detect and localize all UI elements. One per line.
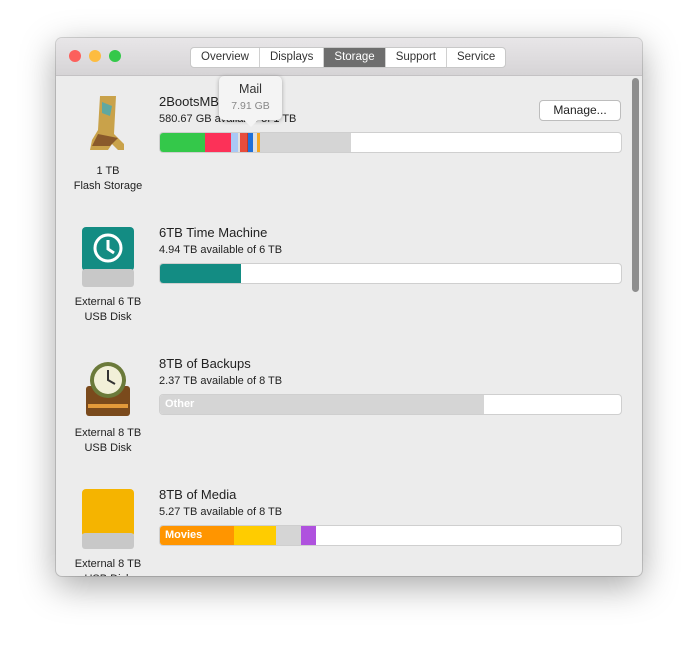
zoom-button[interactable] [109,50,121,62]
system-information-window: Overview Displays Storage Support Service 1 … [56,38,642,576]
disk-type: USB Disk [84,311,132,323]
scrollbar[interactable] [632,78,639,292]
disk-capacity: External 6 TB [74,296,142,308]
title-bar: Overview Displays Storage Support Service [56,38,642,76]
storage-segment[interactable] [276,526,301,545]
disk-capacity: External 8 TB [74,427,142,439]
storage-segment[interactable] [160,264,242,283]
storage-segment[interactable] [160,133,206,152]
disk-name: 8TB of Media [159,487,237,502]
disk-available: 2.37 TB available of 8 TB [159,375,283,387]
disk-type: USB Disk [84,442,132,454]
external-drive-icon [76,487,140,551]
tab-storage[interactable]: Storage [324,48,386,67]
tooltip-size: 7.91 GB [231,100,270,112]
disk-row: External 6 TB USB Disk 6TB Time Machine 4… [56,207,626,338]
storage-segment[interactable] [260,133,351,152]
boot-icon [76,94,140,158]
storage-bar: Other [159,394,622,415]
disk-row: External 8 TB USB Disk 8TB of Backups 2.3… [56,338,626,469]
storage-segment[interactable]: Movies [160,526,234,545]
tab-bar: Overview Displays Storage Support Service [190,47,507,68]
manage-button[interactable]: Manage... [539,100,621,121]
tooltip-title: Mail [239,82,262,96]
storage-segment[interactable] [239,133,247,152]
disk-caption: External 8 TB USB Disk [56,426,160,456]
storage-bar: Movies [159,525,622,546]
disk-row: External 8 TB USB Disk 8TB of Media 5.27 … [56,469,626,576]
segment-label: Other [165,398,195,410]
disk-available: 4.94 TB available of 6 TB [159,244,283,256]
disk-caption: External 8 TB USB Disk [56,557,160,576]
disk-caption: External 6 TB USB Disk [56,295,160,325]
tab-support[interactable]: Support [386,48,447,67]
disk-capacity: 1 TB [96,165,120,177]
time-machine-disk-icon [76,225,140,289]
segment-label: Movies [165,529,203,541]
disk-type: Flash Storage [73,180,143,192]
disk-type: USB Disk [56,572,160,576]
backup-disk-icon [76,356,140,420]
tooltip: Mail 7.91 GB [219,76,282,127]
close-button[interactable] [69,50,81,62]
storage-bar [159,132,622,153]
minimize-button[interactable] [89,50,101,62]
storage-segment[interactable] [205,133,231,152]
disk-name: 2BootsMBP [159,94,228,109]
disk-name: 6TB Time Machine [159,225,268,240]
storage-segment[interactable]: Other [160,395,485,414]
disk-available: 5.27 TB available of 8 TB [159,506,283,518]
storage-segment[interactable] [300,526,317,545]
storage-bar [159,263,622,284]
tab-service[interactable]: Service [447,48,505,67]
storage-segment[interactable] [233,526,277,545]
tab-displays[interactable]: Displays [260,48,325,67]
tab-overview[interactable]: Overview [191,48,260,67]
disk-name: 8TB of Backups [159,356,251,371]
disk-capacity: External 8 TB [74,558,142,570]
disk-row: 1 TBFlash Storage 2BootsMBP 580.67 GB av… [56,76,626,207]
storage-segment[interactable] [230,133,238,152]
disk-caption: 1 TB Flash Storage [56,164,160,194]
